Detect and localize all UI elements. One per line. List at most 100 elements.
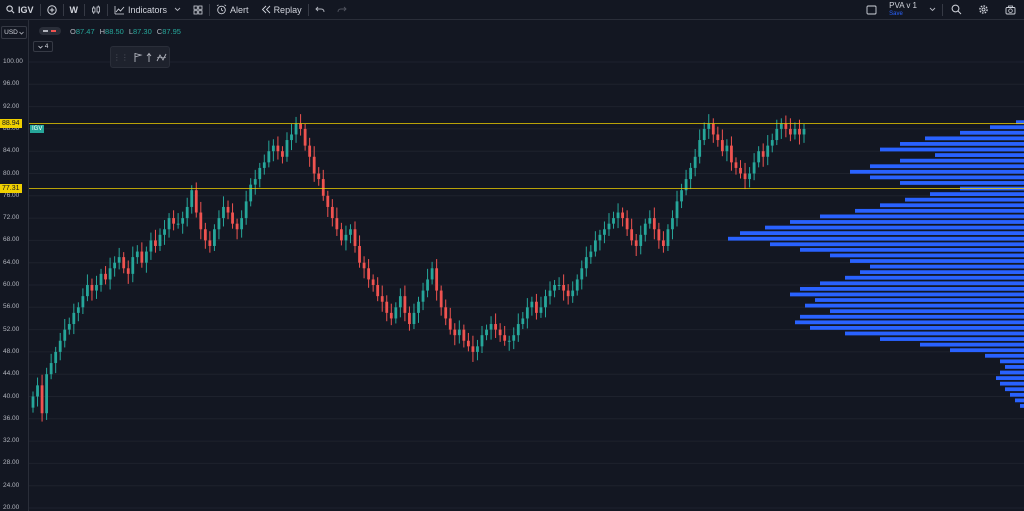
volume-profile-bar	[930, 192, 1024, 196]
close-value: 87.95	[162, 27, 181, 36]
candle-body	[603, 229, 606, 235]
undo-button[interactable]	[309, 0, 331, 19]
snapshot-button[interactable]	[997, 0, 1024, 19]
currency-selector[interactable]: USD	[1, 26, 27, 39]
candle-body	[194, 190, 198, 213]
candle-body	[761, 151, 765, 157]
candle-body	[553, 285, 556, 291]
volume-profile-bar	[880, 203, 1024, 208]
candle-body	[507, 340, 511, 342]
price-tick-label: 32.00	[3, 437, 20, 445]
quick-search-button[interactable]	[943, 0, 970, 19]
templates-button[interactable]	[187, 0, 209, 19]
level-price-tag: 88.94	[0, 119, 22, 129]
alert-button[interactable]: Alert	[210, 0, 255, 19]
volume-profile-bar	[870, 164, 1024, 169]
candle-body	[63, 329, 67, 341]
candle-body	[798, 128, 801, 135]
interval-button[interactable]: W	[64, 0, 85, 19]
candle-body	[403, 296, 407, 313]
candle-body	[675, 201, 679, 219]
volume-profile-bar	[740, 231, 1024, 236]
candle-body	[498, 329, 502, 336]
floating-drawing-toolbar[interactable]: ⋮⋮	[110, 46, 170, 68]
candle-body	[394, 307, 398, 319]
remove-icon	[51, 30, 56, 32]
candle-body	[240, 218, 244, 230]
candle-body	[199, 212, 203, 230]
candle-body	[630, 229, 634, 241]
volume-profile-bar	[1015, 398, 1024, 403]
symbol-search[interactable]: IGV	[0, 0, 40, 19]
candle-body	[144, 251, 148, 263]
candle-body	[648, 218, 652, 224]
redo-button[interactable]	[331, 0, 353, 19]
candle-body	[54, 351, 58, 364]
collapse-indicators-button[interactable]: 4	[33, 41, 53, 52]
candle-body	[707, 123, 711, 129]
volume-profile-bar	[805, 303, 1024, 308]
drag-handle-icon[interactable]: ⋮⋮	[113, 53, 129, 62]
candle-body	[308, 145, 312, 157]
candle-body	[725, 145, 729, 152]
candle-body	[267, 151, 271, 163]
fib-tool-icon[interactable]	[156, 52, 167, 63]
candle-body	[634, 240, 638, 246]
candle-body	[802, 128, 806, 135]
layout-switcher[interactable]: PVA v 1 Save	[883, 1, 923, 18]
volume-profile-bar	[990, 125, 1024, 130]
candle-body	[566, 290, 570, 297]
candle-body	[784, 123, 788, 129]
gear-icon	[979, 5, 988, 14]
candle-body	[775, 128, 779, 141]
compare-button[interactable]	[41, 0, 63, 19]
layout-save[interactable]: Save	[889, 10, 917, 18]
volume-profile-bar	[900, 158, 1024, 163]
candle-body	[49, 363, 53, 375]
volume-profile-bar	[1005, 365, 1024, 369]
flag-icon[interactable]	[133, 52, 143, 63]
level-price-tag: 77.31	[0, 183, 22, 193]
candle-body	[693, 156, 697, 168]
open-value: 87.47	[75, 27, 95, 36]
candle-body	[299, 123, 302, 129]
replay-button[interactable]: Replay	[255, 0, 308, 19]
candle-body	[312, 156, 316, 174]
volume-profile-bar	[765, 225, 1024, 230]
candle-body	[321, 179, 325, 196]
volume-profile-bar	[1010, 392, 1024, 397]
indicators-button[interactable]: Indicators	[108, 0, 187, 19]
visibility-toggle[interactable]	[39, 27, 61, 35]
candle-body	[580, 268, 584, 280]
volume-profile-bar	[996, 376, 1024, 380]
high-value: 88.50	[105, 27, 124, 36]
fullscreen-button[interactable]	[860, 0, 883, 19]
price-tick-label: 52.00	[3, 325, 20, 333]
price-chart[interactable]	[0, 20, 1024, 511]
candle-body	[36, 385, 39, 397]
volume-profile-bar	[1000, 370, 1024, 375]
candle-body	[140, 251, 144, 263]
candle-body	[435, 268, 439, 291]
price-axis[interactable]: 100.00 96.00 92.00 88.00 84.00 80.00 76.00 72.0…	[0, 20, 29, 511]
settings-button[interactable]	[970, 0, 997, 19]
chart-type-button[interactable]	[85, 0, 107, 19]
candle-body	[281, 151, 284, 157]
candle-body	[67, 324, 71, 330]
price-tick-label: 64.00	[3, 258, 20, 266]
volume-profile-bar	[1020, 404, 1024, 408]
candle-body	[544, 296, 547, 308]
candle-body	[208, 240, 212, 246]
price-tick-label: 100.00	[3, 58, 23, 65]
candle-body	[385, 301, 389, 313]
price-tick-label: 84.00	[3, 147, 20, 155]
candle-body	[680, 190, 683, 202]
candle-body	[367, 268, 371, 280]
price-tick-label: 96.00	[3, 80, 20, 88]
volume-profile-bar	[800, 247, 1024, 252]
candle-body	[31, 396, 35, 408]
long-position-icon[interactable]	[146, 52, 152, 63]
candle-body	[40, 385, 44, 414]
layout-menu-button[interactable]	[923, 0, 942, 19]
volume-profile-bar	[985, 353, 1024, 358]
